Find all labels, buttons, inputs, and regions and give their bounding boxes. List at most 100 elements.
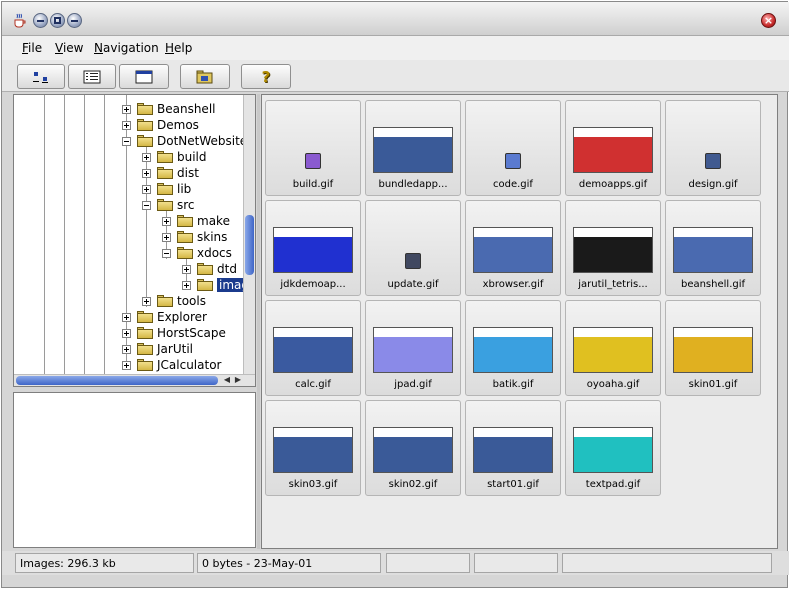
tree-node[interactable]: JarUtil [122,341,193,357]
scroll-thumb[interactable] [245,215,254,275]
expand-toggle-icon[interactable] [182,264,191,274]
tree-node-label: JarUtil [157,342,193,356]
tree-node[interactable]: DotNetWebsite [122,133,247,149]
java-cup-icon[interactable] [12,13,27,28]
tree-node-label: tools [177,294,206,308]
thumbnail-item[interactable]: jarutil_tetris... [565,200,661,296]
folder-icon [177,231,193,243]
tree-node[interactable]: xdocs [162,245,232,261]
close-button[interactable]: × [761,13,776,28]
scroll-right-arrow-icon[interactable]: ▶ [233,375,243,385]
thumbnail-grid[interactable]: build.gif bundledapp... code.gif demoapps.g… [261,94,778,549]
menu-navigation[interactable]: Navigation [94,41,159,55]
thumbnail-caption: demoapps.gif [578,179,648,190]
expand-toggle-icon[interactable] [142,184,151,194]
tree-node[interactable]: dist [142,165,199,181]
expand-toggle-icon[interactable] [142,296,151,306]
expand-toggle-icon[interactable] [122,344,131,354]
thumbnail-item[interactable]: update.gif [365,200,461,296]
maximize-icon [54,17,61,24]
details-view-button[interactable] [68,64,116,89]
split-pane-divider[interactable] [257,94,260,549]
tree-node[interactable]: skins [162,229,227,245]
toolbar: ? [2,60,789,92]
tree-guide-line [44,95,45,375]
status-file-info: 0 bytes - 23-May-01 [197,553,381,573]
help-button[interactable]: ? [241,64,291,89]
thumbnail-item[interactable]: skin01.gif [665,300,761,396]
thumbnail-item[interactable]: batik.gif [465,300,561,396]
expand-toggle-icon[interactable] [122,312,131,322]
tree-horizontal-scrollbar[interactable]: ◀ ▶ [14,374,255,386]
collapse-toggle-icon[interactable] [122,136,131,146]
collapse-toggle-icon[interactable] [142,200,151,210]
thumbnail-item[interactable]: build.gif [265,100,361,196]
tree-node[interactable]: HorstScape [122,325,226,341]
close-icon: × [763,14,774,27]
minimize-button[interactable] [67,13,82,28]
expand-toggle-icon[interactable] [162,216,171,226]
thumbnail-item[interactable]: calc.gif [265,300,361,396]
thumbnail-caption: textpad.gif [585,479,641,490]
iconify-button[interactable] [33,13,48,28]
tree-vertical-scrollbar[interactable] [243,95,255,386]
thumbnail-item[interactable]: demoapps.gif [565,100,661,196]
tree-node[interactable]: Demos [122,117,199,133]
expand-toggle-icon[interactable] [122,104,131,114]
menu-file[interactable]: File [22,41,42,55]
thumbnail-caption: oyoaha.gif [586,379,640,390]
tree-node[interactable]: JCalculator [122,357,221,373]
tree-node[interactable]: build [142,149,207,165]
thumbnail-item[interactable]: textpad.gif [565,400,661,496]
tree-node-selected[interactable]: imag [182,277,251,293]
large-icons-view-button[interactable] [17,64,65,89]
tree-node-label: make [197,214,230,228]
thumbnail-item[interactable]: beanshell.gif [665,200,761,296]
thumbnail-item[interactable]: bundledapp... [365,100,461,196]
image-thumbnail [573,127,653,173]
tree-node[interactable]: Beanshell [122,101,215,117]
tree-node[interactable]: src [142,197,195,213]
folder-icon [137,327,153,339]
thumbnail-caption: skin03.gif [288,479,338,490]
title-bar[interactable]: × [2,2,789,36]
thumbnail-item[interactable]: code.gif [465,100,561,196]
tree-node[interactable]: Explorer [122,309,207,325]
folder-tree-panel[interactable]: Beanshell Demos DotNetWebsite build dist… [13,94,256,387]
menu-view[interactable]: View [55,41,83,55]
tree-node[interactable]: make [162,213,230,229]
expand-toggle-icon[interactable] [182,280,191,290]
thumbnail-item[interactable]: design.gif [665,100,761,196]
tree-node[interactable]: lib [142,181,191,197]
scroll-thumb[interactable] [16,376,218,385]
collapse-toggle-icon[interactable] [162,248,171,258]
thumbnail-item[interactable]: start01.gif [465,400,561,496]
open-folder-icon [137,135,153,147]
window-view-button[interactable] [119,64,169,89]
image-thumbnail [373,127,453,173]
tree-node-label: dtd [217,262,237,276]
expand-toggle-icon[interactable] [122,120,131,130]
thumbnail-item[interactable]: jpad.gif [365,300,461,396]
image-file-icon [705,153,721,169]
thumbnail-item[interactable]: jdkdemoap... [265,200,361,296]
expand-toggle-icon[interactable] [142,168,151,178]
tree-node[interactable]: tools [142,293,206,309]
open-folder-button[interactable] [180,64,230,89]
expand-toggle-icon[interactable] [122,328,131,338]
expand-toggle-icon[interactable] [142,152,151,162]
tree-node-label: build [177,150,207,164]
menu-help[interactable]: Help [165,41,192,55]
tree-node[interactable]: dtd [182,261,237,277]
expand-toggle-icon[interactable] [122,360,131,370]
thumbnail-item[interactable]: skin02.gif [365,400,461,496]
scroll-left-arrow-icon[interactable]: ◀ [222,375,232,385]
expand-toggle-icon[interactable] [162,232,171,242]
maximize-button[interactable] [50,13,65,28]
thumbnail-item[interactable]: xbrowser.gif [465,200,561,296]
thumbnail-item[interactable]: skin03.gif [265,400,361,496]
image-thumbnail [273,327,353,373]
thumbnail-caption: design.gif [688,179,738,190]
thumbnail-item[interactable]: oyoaha.gif [565,300,661,396]
menu-navigation-mnemonic: N [94,41,103,55]
